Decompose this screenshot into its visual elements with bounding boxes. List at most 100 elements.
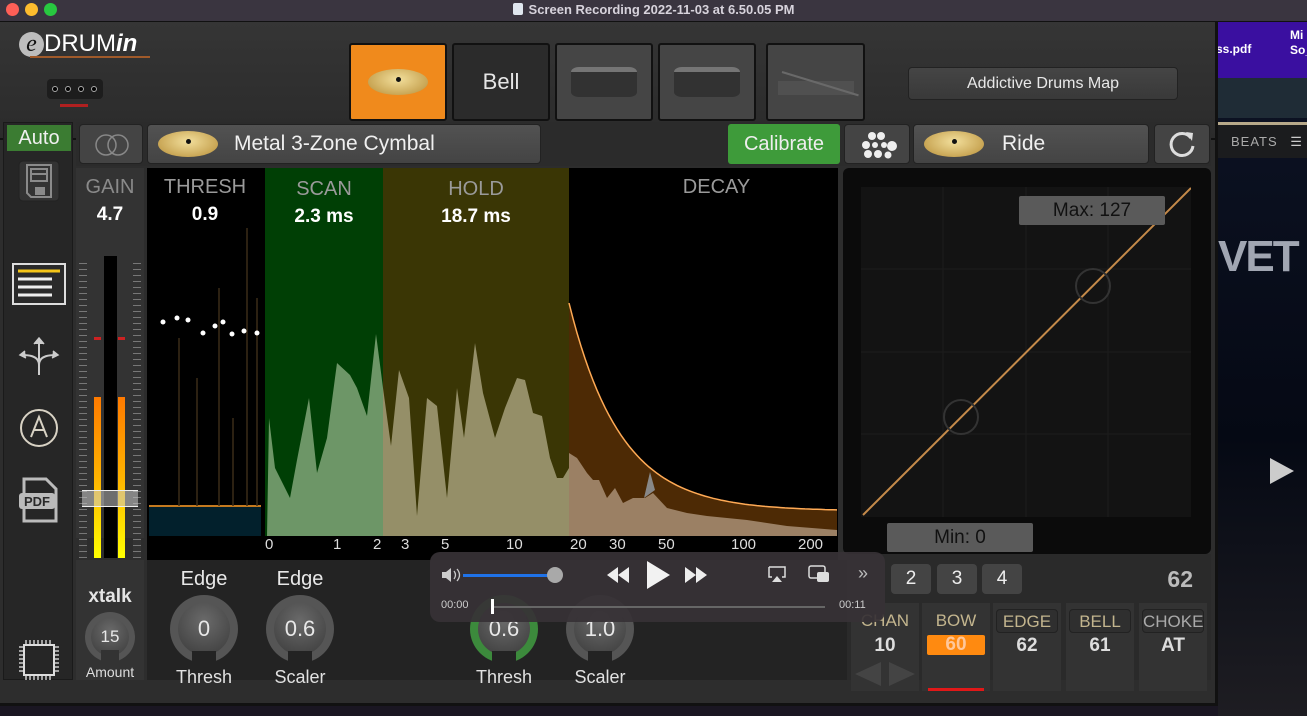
playback-scrubber[interactable] [491,599,494,614]
velocity-grid [861,187,1192,517]
next-channel-icon [889,662,915,686]
edge-scaler-knob[interactable]: 0.6 [266,595,334,665]
target-instrument-selector[interactable]: Ride [913,124,1149,164]
signal-graph: THRESH 0.9 SCAN 2.3 ms HOLD 18.7 ms DECA… [147,168,838,560]
snare-drum-icon [571,67,637,97]
desktop-file-2[interactable]: MiSo_ [1290,28,1307,58]
zone-drum-2-button[interactable] [658,43,756,121]
list-view-button[interactable] [4,263,74,305]
edge-thresh-knob[interactable]: 0 [170,595,238,665]
auto-button[interactable]: Auto [7,125,71,151]
cymbal-icon [158,131,218,157]
zone-bell-button[interactable]: Bell [452,43,550,121]
hit-dot [160,319,166,325]
xtalk-amount-knob[interactable]: 15 [85,612,135,664]
peak-marker-left [94,337,101,340]
fast-forward-icon [685,567,707,583]
save-button[interactable] [4,159,74,203]
layer-4-button[interactable]: 4 [982,564,1022,594]
knob-gap [492,651,516,665]
cell-value: 61 [1089,635,1111,656]
desktop-file-2-line1: Mi [1290,28,1304,42]
duration: 00:11 [839,599,866,611]
zone-bow-button[interactable] [349,43,447,121]
chip-icon [19,640,59,680]
refresh-icon [1169,131,1195,157]
calibrate-button[interactable]: Calibrate [728,124,840,164]
hardware-button[interactable] [4,637,74,683]
volume-slider[interactable] [463,574,553,577]
playback-progress-track[interactable] [493,606,825,608]
midi-bow-cell[interactable]: BOW 60 [922,603,990,691]
velocity-max-label[interactable]: Max: 127 [1019,196,1165,225]
play-button[interactable] [645,560,671,590]
knob-gap [288,651,312,665]
link-circles-icon [95,134,129,156]
auto-mode-button[interactable] [4,407,74,449]
hit-dot [212,323,218,329]
knob-gap [588,651,612,665]
pdf-button[interactable]: PDF [4,475,74,525]
media-player-overlay: » 00:00 00:11 [430,552,885,622]
channel-arrows[interactable] [853,661,917,687]
link-zones-button[interactable] [79,124,143,164]
midi-bell-cell[interactable]: BELL 61 [1066,603,1134,691]
interface-status-led [60,104,88,107]
hit-dot [174,315,180,321]
zone-pedal-button[interactable] [766,43,865,121]
x-tick-label: 3 [401,536,410,553]
logo-e: e [19,32,44,57]
hit-dot [200,330,206,336]
x-tick-label: 20 [570,536,587,553]
more-options-button[interactable]: » [858,563,868,584]
window-titlebar: Screen Recording 2022-11-03 at 6.50.05 P… [0,0,1307,22]
knob-label: Scaler [274,667,326,687]
picture-in-picture-button[interactable] [808,565,830,583]
layer-2-button[interactable]: 2 [891,564,931,594]
menu-icon[interactable]: ☰ [1290,134,1303,149]
peak-marker-right [118,337,125,340]
audio-interface-icon[interactable] [47,79,103,99]
pad-layout-button[interactable] [844,124,910,164]
midi-edge-cell[interactable]: EDGE 62 [993,603,1061,691]
knob-title: Edge [276,568,324,590]
edge-thresh-control: Edge 0 Thresh [159,560,249,688]
routing-button[interactable] [4,335,74,377]
airplay-button[interactable] [768,566,786,582]
routing-icon [18,336,60,375]
midi-choke-cell[interactable]: CHOKE AT [1139,603,1207,691]
volume-icon[interactable] [441,568,461,582]
gain-fader[interactable] [82,490,138,507]
play-icon[interactable] [1270,458,1294,484]
zone-bell-label: Bell [482,69,520,94]
volume-slider-thumb[interactable] [547,567,563,583]
knob-value: 0.6 [274,603,326,655]
desktop-file-2-line2: So_ [1290,43,1307,57]
refresh-button[interactable] [1154,124,1210,164]
fast-forward-button[interactable] [684,566,708,584]
velocity-curve[interactable] [861,187,1192,517]
velocity-min-label[interactable]: Min: 0 [887,523,1033,552]
auto-a-icon [20,409,58,447]
hit-dot [229,331,235,337]
desktop-file-1[interactable]: ss.pdf [1218,42,1251,56]
addictive-drums-map-button[interactable]: Addictive Drums Map [908,67,1178,100]
x-tick-label: 10 [506,536,523,553]
gain-label: GAIN [85,176,135,198]
x-tick-label: 50 [658,536,675,553]
thresh-value: 0.9 [191,204,219,225]
zone-drum-1-button[interactable] [555,43,653,121]
rewind-button[interactable] [606,566,630,584]
beats-tab[interactable]: BEATS ☰ [1218,122,1307,158]
knob-value: 0 [178,603,230,655]
meter-scale-left [79,258,87,558]
layer-3-button[interactable]: 3 [937,564,977,594]
background-bar [1218,78,1307,118]
instrument-selector[interactable]: Metal 3-Zone Cymbal [147,124,541,164]
cell-label: EDGE [996,609,1058,633]
velocity-curve-panel: Max: 127 Min: 0 [843,168,1211,554]
logo-drum: DRUM [44,30,116,57]
background-desktop: ss.pdf MiSo_ BEATS ☰ VET [1218,22,1307,716]
window-title: Screen Recording 2022-11-03 at 6.50.05 P… [0,2,1307,17]
midi-note-readout: 62 [1167,566,1193,592]
